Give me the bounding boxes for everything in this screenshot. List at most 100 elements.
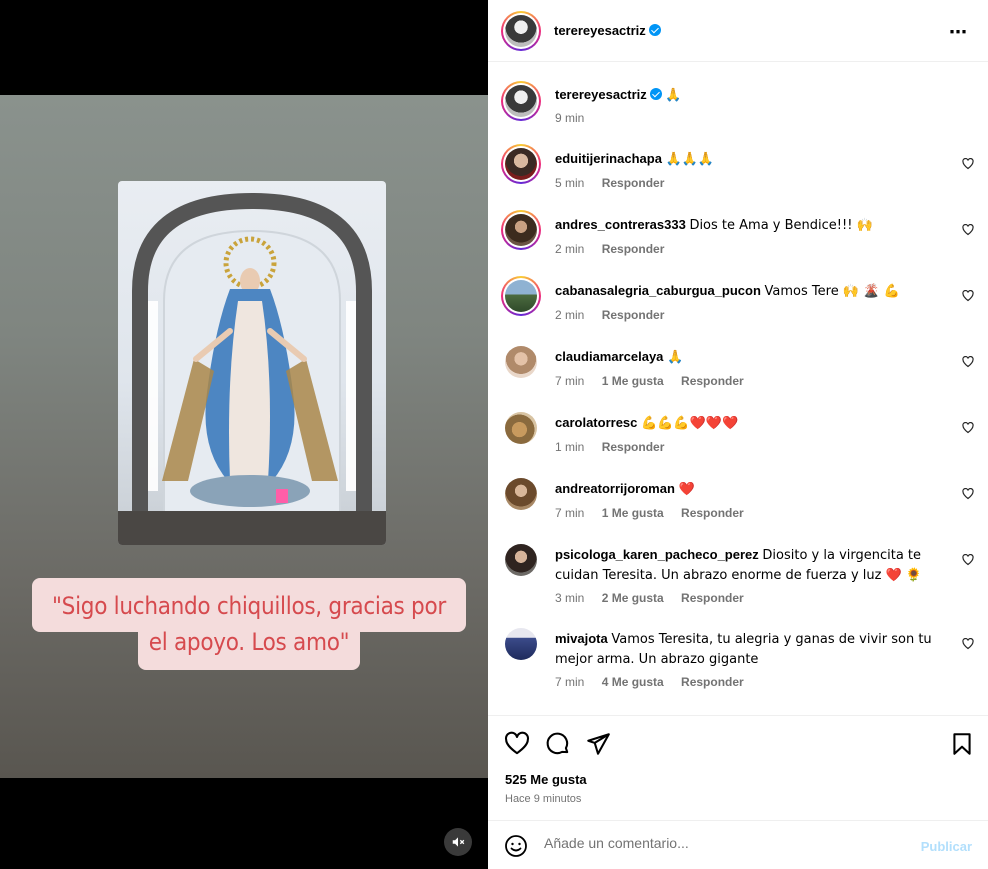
reply-button[interactable]: Responder: [602, 308, 665, 322]
emoji-smiley-icon[interactable]: [504, 834, 528, 858]
comment-username[interactable]: claudiamarcelaya: [555, 349, 663, 364]
comment-time: 2 min: [555, 308, 585, 322]
like-comment-heart-icon[interactable]: [962, 158, 974, 170]
comment-time: 1 min: [555, 440, 585, 454]
comment-time: 5 min: [555, 176, 585, 190]
reply-button[interactable]: Responder: [602, 440, 665, 454]
reply-button[interactable]: Responder: [681, 374, 744, 388]
comment-text: terereyesactriz 🙏: [555, 85, 955, 105]
post-details-panel: terereyesactriz ⋯ terereyesactriz 🙏 9 mi…: [488, 0, 988, 869]
like-comment-heart-icon[interactable]: [962, 638, 974, 650]
like-comment-heart-icon[interactable]: [962, 488, 974, 500]
reply-button[interactable]: Responder: [681, 591, 744, 605]
comment-body: Dios te Ama y Bendice!!! 🙌: [689, 218, 873, 233]
media-caption-line-1: "Sigo luchando chiquillos, gracias por: [52, 592, 446, 620]
comment-body: Vamos Tere 🙌 🌋 💪: [764, 284, 900, 299]
avatar[interactable]: [505, 346, 537, 378]
like-comment-heart-icon[interactable]: [962, 554, 974, 566]
more-options-icon[interactable]: ⋯: [949, 22, 968, 43]
avatar[interactable]: [505, 478, 537, 510]
comment-likes[interactable]: 1 Me gusta: [602, 506, 664, 520]
comment-input[interactable]: [544, 835, 904, 851]
comment-body: ❤️: [678, 482, 695, 497]
comment-meta: 7 min 1 Me gusta Responder: [555, 506, 758, 520]
verified-badge-icon: [649, 88, 662, 100]
comment-meta: 7 min 4 Me gusta Responder: [555, 675, 758, 689]
comment-likes[interactable]: 1 Me gusta: [602, 374, 664, 388]
comment-meta: 2 min Responder: [555, 308, 678, 322]
comment-body: 🙏: [667, 350, 684, 365]
post-actions: 525 Me gusta Hace 9 minutos: [488, 715, 988, 820]
comment-body: Vamos Teresita, tu alegria y ganas de vi…: [555, 632, 932, 667]
comment-text: psicologa_karen_pacheco_perez Diosito y …: [555, 545, 955, 585]
comment-text: cabanasalegria_caburgua_pucon Vamos Tere…: [555, 281, 955, 301]
comment-meta: 1 min Responder: [555, 440, 678, 454]
comment-time: 9 min: [555, 111, 585, 125]
media-caption: "Sigo luchando chiquillos, gracias por e…: [24, 588, 474, 660]
comment-text: andres_contreras333 Dios te Ama y Bendic…: [555, 215, 955, 235]
post-timestamp[interactable]: Hace 9 minutos: [505, 793, 581, 805]
reply-button[interactable]: Responder: [681, 506, 744, 520]
comment-meta: 9 min: [555, 111, 598, 125]
reply-button[interactable]: Responder: [602, 242, 665, 256]
comment-username[interactable]: mivajota: [555, 631, 608, 646]
avatar[interactable]: [501, 144, 541, 184]
comment-text: claudiamarcelaya 🙏: [555, 347, 955, 367]
likes-count[interactable]: 525 Me gusta: [505, 772, 587, 787]
comment-time: 7 min: [555, 374, 585, 388]
comment-text: mivajota Vamos Teresita, tu alegria y ga…: [555, 629, 955, 669]
author-header-name[interactable]: terereyesactriz: [554, 23, 661, 38]
comment-body: 💪💪💪❤️❤️❤️: [641, 416, 739, 431]
avatar[interactable]: [501, 81, 541, 121]
comment-text: andreatorrijoroman ❤️: [555, 479, 955, 499]
avatar[interactable]: [501, 276, 541, 316]
avatar[interactable]: [501, 210, 541, 250]
comment-time: 2 min: [555, 242, 585, 256]
post-header: terereyesactriz ⋯: [488, 0, 988, 62]
comment-username[interactable]: andreatorrijoroman: [555, 481, 675, 496]
media-caption-line-2: el apoyo. Los amo": [148, 628, 350, 656]
comment-likes[interactable]: 4 Me gusta: [602, 675, 664, 689]
add-comment-bar: Publicar: [488, 820, 988, 869]
comment-username[interactable]: psicologa_karen_pacheco_perez: [555, 547, 759, 562]
verified-badge-icon: [648, 24, 661, 36]
comment-meta: 5 min Responder: [555, 176, 678, 190]
avatar[interactable]: [505, 412, 537, 444]
virgin-mary-statue-image: [118, 181, 386, 545]
comment-body: 🙏: [665, 88, 682, 103]
comment-meta: 7 min 1 Me gusta Responder: [555, 374, 758, 388]
reply-button[interactable]: Responder: [602, 176, 665, 190]
author-username[interactable]: terereyesactriz: [554, 23, 646, 38]
avatar[interactable]: [505, 544, 537, 576]
post-media[interactable]: "Sigo luchando chiquillos, gracias por e…: [0, 0, 488, 869]
like-heart-icon[interactable]: [504, 731, 530, 757]
comment-meta: 3 min 2 Me gusta Responder: [555, 591, 758, 605]
avatar[interactable]: [505, 628, 537, 660]
comment-time: 7 min: [555, 675, 585, 689]
share-paper-plane-icon[interactable]: [585, 731, 611, 757]
like-comment-heart-icon[interactable]: [962, 290, 974, 302]
publish-button[interactable]: Publicar: [921, 839, 972, 854]
comment-likes[interactable]: 2 Me gusta: [602, 591, 664, 605]
comment-username[interactable]: eduitijerinachapa: [555, 151, 662, 166]
mute-button[interactable]: [444, 828, 472, 856]
comments-list[interactable]: terereyesactriz 🙏 9 min eduitijerinachap…: [488, 62, 988, 715]
reply-button[interactable]: Responder: [681, 675, 744, 689]
comment-username[interactable]: cabanasalegria_caburgua_pucon: [555, 283, 761, 298]
speaker-muted-icon: [452, 837, 465, 847]
comment-username[interactable]: andres_contreras333: [555, 217, 686, 232]
comment-time: 3 min: [555, 591, 585, 605]
comment-body: 🙏🙏🙏: [665, 152, 715, 167]
comment-bubble-icon[interactable]: [545, 731, 571, 757]
comment-time: 7 min: [555, 506, 585, 520]
comment-username[interactable]: terereyesactriz: [555, 87, 647, 102]
like-comment-heart-icon[interactable]: [962, 224, 974, 236]
comment-text: eduitijerinachapa 🙏🙏🙏: [555, 149, 955, 169]
like-comment-heart-icon[interactable]: [962, 422, 974, 434]
author-avatar[interactable]: [501, 11, 541, 51]
comment-meta: 2 min Responder: [555, 242, 678, 256]
save-bookmark-icon[interactable]: [949, 731, 975, 757]
comment-username[interactable]: carolatorresc: [555, 415, 637, 430]
comment-text: carolatorresc 💪💪💪❤️❤️❤️: [555, 413, 955, 433]
like-comment-heart-icon[interactable]: [962, 356, 974, 368]
